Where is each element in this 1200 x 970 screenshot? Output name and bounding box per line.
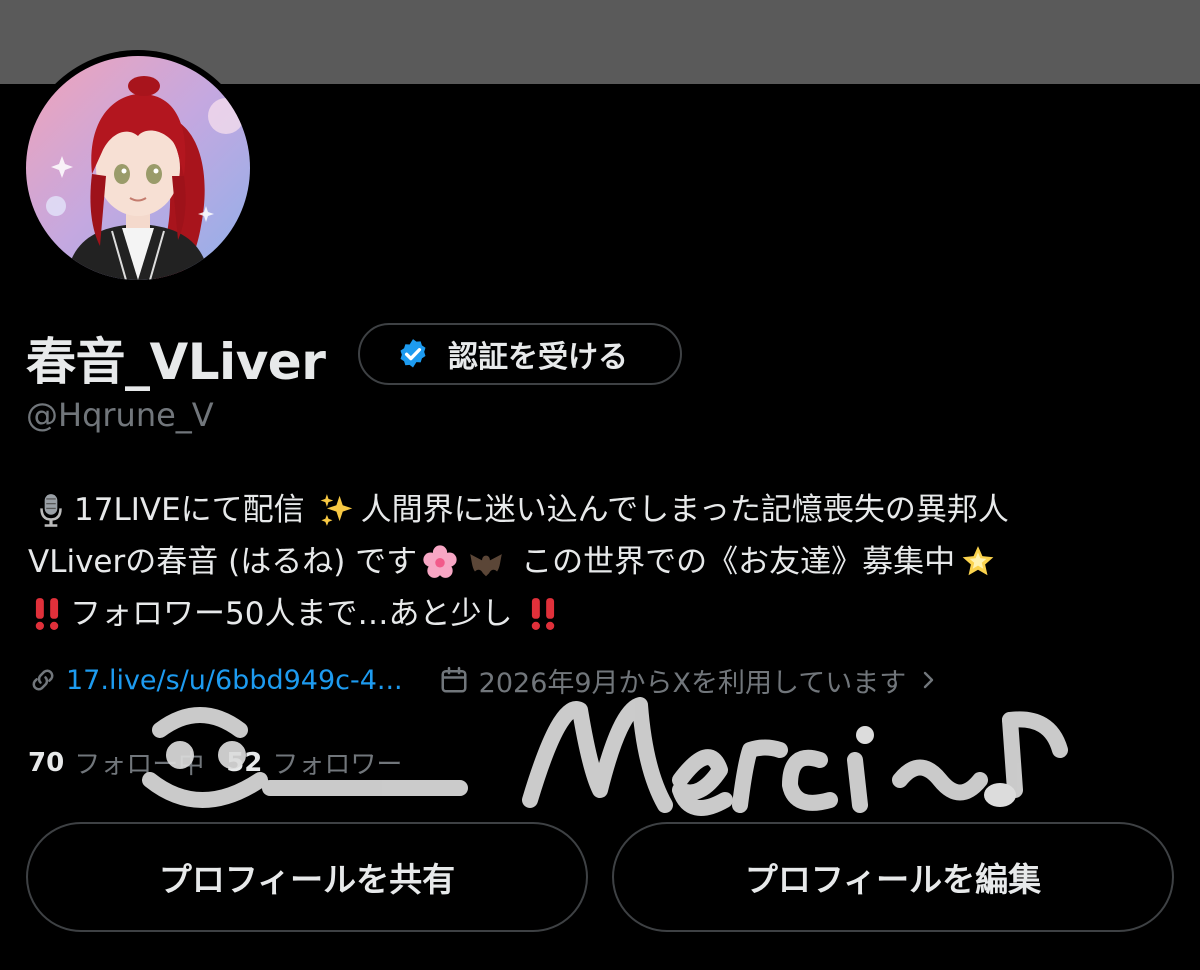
calendar-icon <box>441 666 467 693</box>
double-exclamation-icon <box>532 598 555 630</box>
bio-line-3: フォロワー50人まで…あと少し <box>28 588 1188 640</box>
avatar[interactable] <box>26 56 250 280</box>
followers-count[interactable]: 52 <box>226 748 262 778</box>
share-profile-button[interactable]: プロフィールを共有 <box>26 822 588 932</box>
profile-meta: 17.live/s/u/6bbd949c-4... 2026年9月からXを利用し… <box>28 660 1188 700</box>
follow-stats: 70 フォロー中 52 フォロワー <box>28 744 402 781</box>
sparkles-icon <box>320 494 352 526</box>
get-verified-button[interactable]: 認証を受ける <box>358 323 682 385</box>
verified-badge-icon <box>400 339 426 368</box>
followers-label[interactable]: フォロワー <box>272 744 402 781</box>
following-label[interactable]: フォロー中 <box>74 744 204 781</box>
microphone-icon <box>40 494 62 527</box>
joined-date-text: 2026年9月からXを利用しています <box>478 667 907 699</box>
bat-icon <box>470 554 502 577</box>
bio-line-2-text-b: この世界での《お友達》募集中 <box>521 544 956 580</box>
user-handle: @Hqrune_V <box>26 396 214 434</box>
bio-line-2-text-a: VLiverの春音 (はるね) です <box>28 544 418 580</box>
avatar-illustration <box>26 56 250 280</box>
double-exclamation-icon <box>35 598 59 630</box>
get-verified-label: 認証を受ける <box>448 340 628 375</box>
profile-link[interactable]: 17.live/s/u/6bbd949c-4... <box>28 665 403 696</box>
bio-line-1-text-b: 人間界に迷い込んでしまった記憶喪失の異邦人 <box>360 492 1009 528</box>
bio: 17LIVEにて配信 人間界に迷い込んでしまった記憶喪失の異邦人 VLiverの… <box>28 484 1188 640</box>
following-count[interactable]: 70 <box>28 748 64 778</box>
link-icon <box>32 669 54 691</box>
bio-line-3-text-a: フォロワー50人まで…あと少し <box>70 596 513 632</box>
chevron-right-icon <box>924 671 934 689</box>
glowing-star-icon <box>962 546 994 576</box>
cherry-blossom-icon <box>423 545 457 578</box>
bio-line-1: 17LIVEにて配信 人間界に迷い込んでしまった記憶喪失の異邦人 <box>28 484 1188 536</box>
edit-profile-button[interactable]: プロフィールを編集 <box>612 822 1174 932</box>
bio-line-2: VLiverの春音 (はるね) です この世界での《お友達》募集中 <box>28 536 1188 588</box>
joined-date[interactable]: 2026年9月からXを利用しています <box>439 661 941 700</box>
bio-line-1-text-a: 17LIVEにて配信 <box>74 492 305 528</box>
profile-link-text: 17.live/s/u/6bbd949c-4... <box>66 664 403 696</box>
display-name: 春音_VLiver <box>26 333 326 391</box>
